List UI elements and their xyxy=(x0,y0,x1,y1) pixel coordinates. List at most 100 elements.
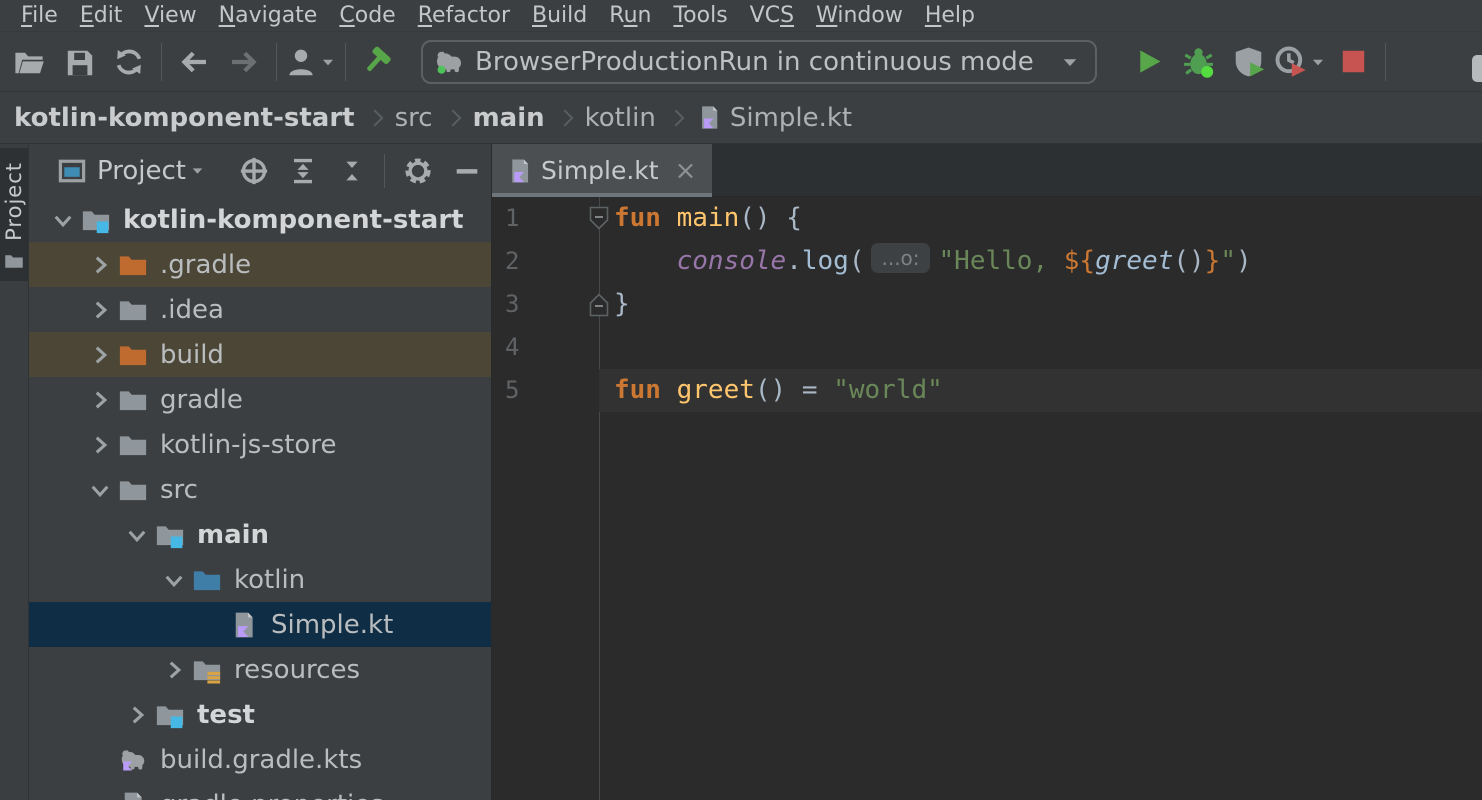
editor-line[interactable]: 4 xyxy=(492,326,1482,369)
editor-line[interactable]: 3} xyxy=(492,283,1482,326)
menu-item-window[interactable]: Window xyxy=(805,0,914,31)
menu-item-run[interactable]: Run xyxy=(598,0,662,31)
tree-row[interactable]: gradle.properties xyxy=(29,782,491,800)
tree-row[interactable]: kotlin xyxy=(29,557,491,602)
back-button[interactable] xyxy=(170,39,218,85)
tree-row[interactable]: resources xyxy=(29,647,491,692)
menu-item-help[interactable]: Help xyxy=(914,0,986,31)
code-token: ) xyxy=(1236,246,1252,276)
save-button[interactable] xyxy=(55,39,103,85)
profiler-button[interactable] xyxy=(1274,39,1327,85)
code-token: " xyxy=(1220,246,1236,276)
tree-row[interactable]: build xyxy=(29,332,491,377)
fold-marker-icon[interactable] xyxy=(588,292,610,317)
tree-row[interactable]: main xyxy=(29,512,491,557)
user-button[interactable] xyxy=(285,39,337,85)
run-button[interactable] xyxy=(1124,39,1172,85)
code-editor[interactable]: 1fun main() {2 console.log(...o:"Hello, … xyxy=(492,197,1482,800)
debug-button[interactable] xyxy=(1174,39,1222,85)
editor-line[interactable]: 1fun main() { xyxy=(492,197,1482,240)
tree-row[interactable]: kotlin-js-store xyxy=(29,422,491,467)
menu-item-edit[interactable]: Edit xyxy=(69,0,134,31)
project-stripe-button[interactable]: Project xyxy=(0,148,28,281)
tree-row[interactable]: build.gradle.kts xyxy=(29,737,491,782)
tree-row[interactable]: kotlin-komponent-start xyxy=(29,197,491,242)
tool-window-stripe: Project xyxy=(0,144,29,800)
menu-item-build[interactable]: Build xyxy=(521,0,598,31)
tree-row[interactable]: Simple.kt xyxy=(29,602,491,647)
chevron-right-icon[interactable] xyxy=(155,647,192,692)
toolbar-separator xyxy=(345,43,346,81)
save-icon xyxy=(63,46,95,78)
menu-item-navigate[interactable]: Navigate xyxy=(208,0,329,31)
stripe-label: Project xyxy=(2,162,26,241)
code-token: "Hello, xyxy=(939,246,1064,276)
breadcrumb-item[interactable]: main xyxy=(473,103,545,133)
folder-icon xyxy=(118,422,154,467)
settings-button[interactable] xyxy=(393,148,442,194)
coverage-button[interactable] xyxy=(1224,39,1272,85)
locate-icon xyxy=(239,156,269,186)
chevron-right-icon[interactable] xyxy=(81,422,118,467)
menu-item-file[interactable]: File xyxy=(10,0,69,31)
hide-button[interactable] xyxy=(442,148,491,194)
menu-item-view[interactable]: View xyxy=(133,0,207,31)
tree-row[interactable]: .idea xyxy=(29,287,491,332)
tree-row[interactable]: test xyxy=(29,692,491,737)
chevron-right-icon[interactable] xyxy=(81,287,118,332)
folder-module-icon xyxy=(155,692,191,737)
clipped-toolbar-button[interactable] xyxy=(1466,46,1482,91)
chevron-right-icon[interactable] xyxy=(81,332,118,377)
tree-item-label: main xyxy=(197,520,269,550)
folder-icon xyxy=(4,251,24,271)
menu-item-vcs[interactable]: VCS xyxy=(739,0,805,31)
code-line: console.log(...o:"Hello, ${greet()}") xyxy=(599,240,1482,283)
chevron-right-icon[interactable] xyxy=(81,242,118,287)
breadcrumb-item[interactable]: Simple.kt xyxy=(730,103,852,133)
tree-indent-spacer xyxy=(192,602,229,647)
editor-tabs: Simple.kt × xyxy=(492,144,1482,197)
forward-button[interactable] xyxy=(220,39,268,85)
tab-simple-kt[interactable]: Simple.kt × xyxy=(492,144,712,197)
editor-line[interactable]: 5fun greet() = "world" xyxy=(492,369,1482,412)
locate-button[interactable] xyxy=(230,148,279,194)
chevron-right-icon[interactable] xyxy=(118,692,155,737)
run-configuration-label: BrowserProductionRun in continuous mode xyxy=(475,47,1044,77)
menu-item-tools[interactable]: Tools xyxy=(662,0,738,31)
menu-item-code[interactable]: Code xyxy=(328,0,406,31)
code-token: greet xyxy=(1095,246,1173,276)
editor-line[interactable]: 2 console.log(...o:"Hello, ${greet()}") xyxy=(492,240,1482,283)
menu-item-refactor[interactable]: Refactor xyxy=(407,0,521,31)
breadcrumb-chevron-icon xyxy=(444,109,461,126)
chevron-down-icon[interactable] xyxy=(155,557,192,602)
collapse-all-button[interactable] xyxy=(328,148,377,194)
project-panel-title[interactable]: Project xyxy=(97,156,186,186)
tree-row[interactable]: .gradle xyxy=(29,242,491,287)
tree-item-label: gradle xyxy=(160,385,243,415)
build-hammer-button[interactable] xyxy=(354,39,402,85)
chevron-down-icon[interactable] xyxy=(44,197,81,242)
breadcrumb-item[interactable]: kotlin-komponent-start xyxy=(14,103,355,133)
run-configuration-select[interactable]: BrowserProductionRun in continuous mode xyxy=(421,40,1097,84)
gradle-icon xyxy=(433,46,465,78)
chevron-right-icon[interactable] xyxy=(81,377,118,422)
expand-all-button[interactable] xyxy=(279,148,328,194)
toolbar-right-group xyxy=(1123,32,1393,91)
code-token: log xyxy=(802,246,849,276)
chevron-down-icon[interactable] xyxy=(118,512,155,557)
folder-module-icon xyxy=(81,197,117,242)
tree-row[interactable]: src xyxy=(29,467,491,512)
code-token: } xyxy=(614,289,630,319)
breadcrumb-item[interactable]: src xyxy=(395,103,433,133)
close-icon[interactable]: × xyxy=(675,158,697,184)
breadcrumb-item[interactable]: kotlin xyxy=(585,103,656,133)
code-token: () { xyxy=(739,203,802,233)
code-token: greet xyxy=(677,375,755,405)
fold-marker-icon[interactable] xyxy=(588,206,610,231)
open-button[interactable] xyxy=(5,39,53,85)
chevron-down-icon[interactable] xyxy=(81,467,118,512)
settings-icon xyxy=(403,156,433,186)
tree-row[interactable]: gradle xyxy=(29,377,491,422)
sync-button[interactable] xyxy=(105,39,153,85)
stop-button[interactable] xyxy=(1329,39,1377,85)
